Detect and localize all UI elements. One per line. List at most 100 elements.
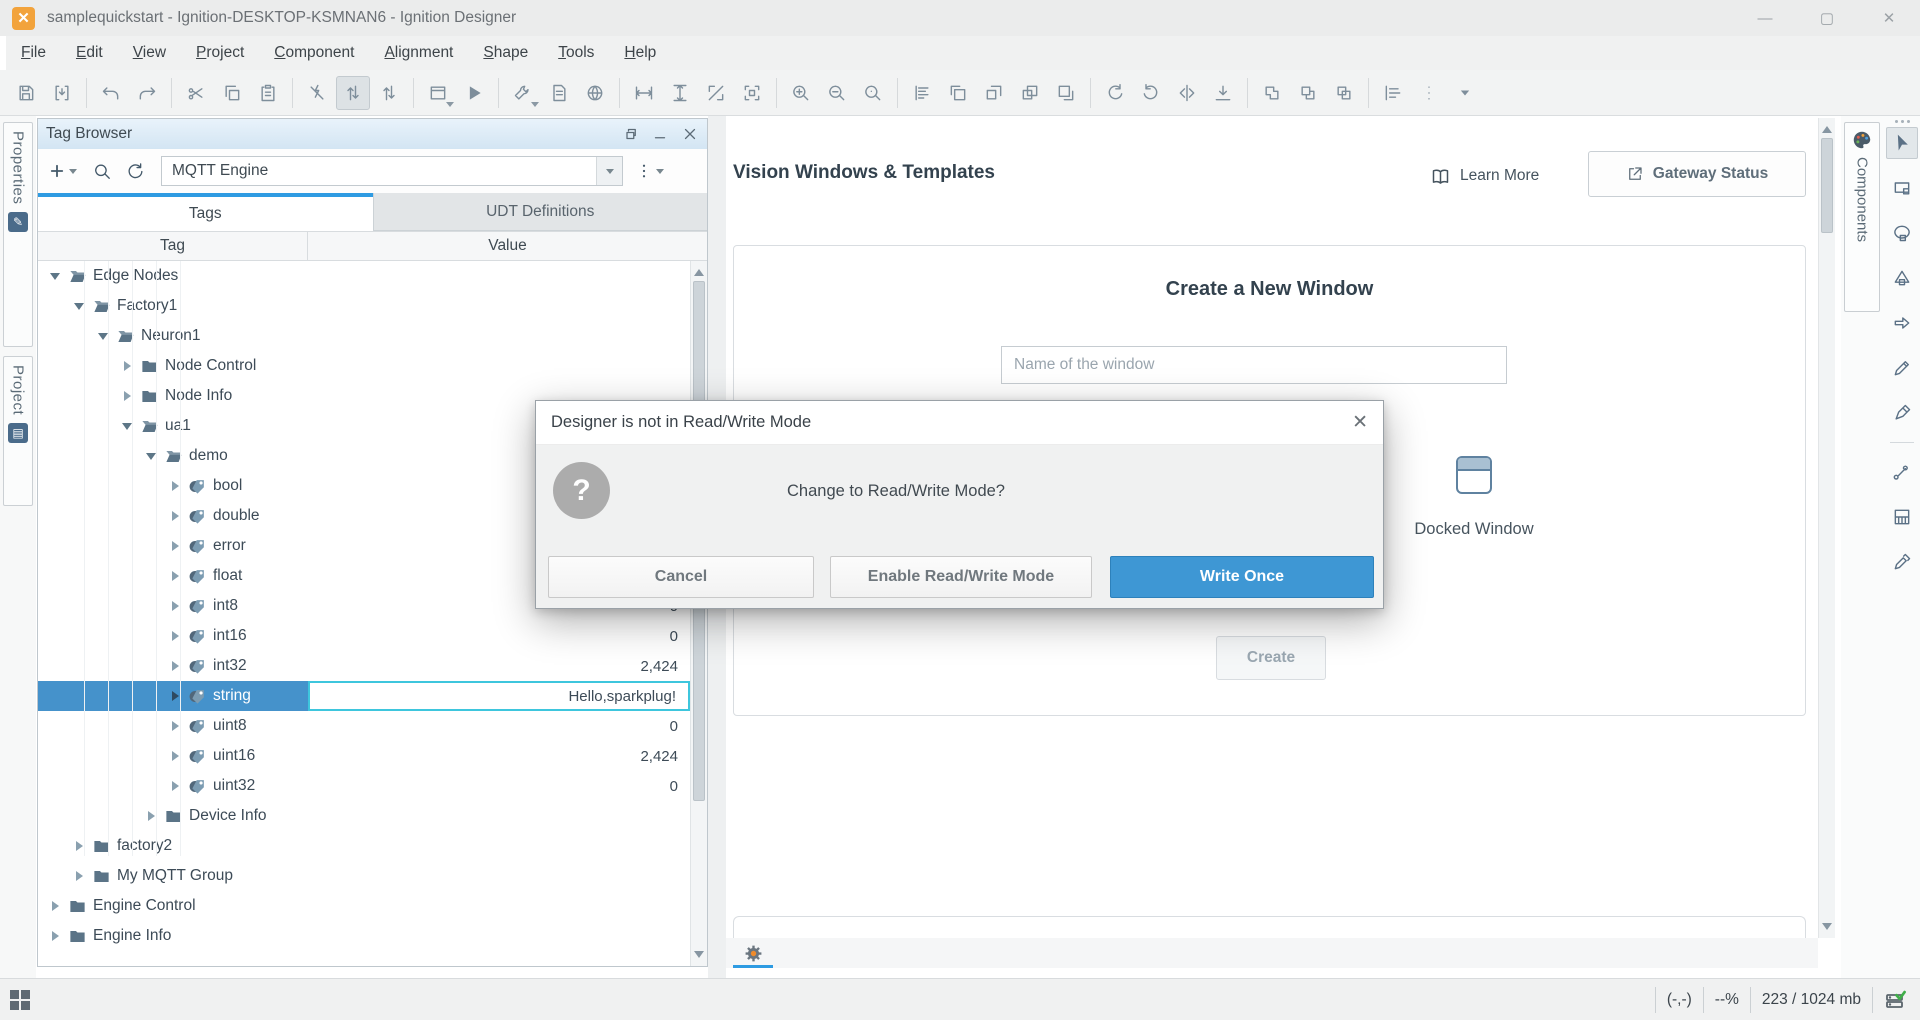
- tag-row-uint16[interactable]: uint162,424: [38, 741, 707, 771]
- minimize-panel-icon[interactable]: [651, 125, 669, 143]
- cursor-tool-icon[interactable]: [1886, 127, 1918, 159]
- wrench-icon[interactable]: [506, 76, 540, 110]
- tag-value[interactable]: [308, 861, 690, 891]
- learn-more-link[interactable]: Learn More: [1430, 158, 1539, 194]
- undo-icon[interactable]: [94, 76, 128, 110]
- menu-alignment[interactable]: Alignment: [369, 36, 468, 70]
- layer-back-icon[interactable]: [1049, 76, 1083, 110]
- tag-row-uint8[interactable]: uint80: [38, 711, 707, 741]
- pencil-tool-icon[interactable]: [1886, 352, 1918, 384]
- expand-icon[interactable]: [170, 541, 180, 551]
- minimize-window-button[interactable]: —: [1734, 0, 1796, 36]
- tag-value[interactable]: [308, 351, 690, 381]
- size-height-icon[interactable]: [663, 76, 697, 110]
- tag-value[interactable]: 2,424: [308, 651, 690, 681]
- cancel-button[interactable]: Cancel: [548, 556, 814, 598]
- sidebar-tab-project[interactable]: Project▤: [3, 356, 33, 506]
- app-grid-icon[interactable]: [10, 990, 30, 1010]
- comm-off-icon[interactable]: [300, 76, 334, 110]
- menu-file[interactable]: File: [6, 36, 61, 70]
- more-options-dropdown-icon[interactable]: [656, 169, 664, 174]
- shape-rect-tool-icon[interactable]: [1886, 172, 1918, 204]
- tag-cell[interactable]: int8: [38, 591, 308, 621]
- zoom-out-icon[interactable]: [820, 76, 854, 110]
- menu-help[interactable]: Help: [609, 36, 671, 70]
- menu-edit[interactable]: Edit: [61, 36, 118, 70]
- collapse-icon[interactable]: [146, 451, 156, 461]
- tag-cell[interactable]: Engine Control: [38, 891, 308, 921]
- distribute-icon[interactable]: [1206, 76, 1240, 110]
- tag-row-engine-info[interactable]: Engine Info: [38, 921, 707, 951]
- more-v-icon[interactable]: [1412, 76, 1446, 110]
- size-both-icon[interactable]: [699, 76, 733, 110]
- scroll-up-icon[interactable]: [1822, 123, 1832, 133]
- tag-value[interactable]: [308, 891, 690, 921]
- tag-value[interactable]: [308, 261, 690, 291]
- tag-cell[interactable]: bool: [38, 471, 308, 501]
- intersect-icon[interactable]: [1327, 76, 1361, 110]
- expand-icon[interactable]: [170, 721, 180, 731]
- tag-value[interactable]: 0: [308, 621, 690, 651]
- globe-icon[interactable]: [578, 76, 612, 110]
- search-tags-button[interactable]: [93, 162, 112, 181]
- tag-row-int16[interactable]: int160: [38, 621, 707, 651]
- tag-cell[interactable]: uint8: [38, 711, 308, 741]
- add-tag-dropdown-icon[interactable]: [69, 169, 77, 174]
- copy-icon[interactable]: [215, 76, 249, 110]
- caret-down-icon[interactable]: [1448, 76, 1482, 110]
- enable-read-write-mode-button[interactable]: Enable Read/Write Mode: [830, 556, 1092, 598]
- union-icon[interactable]: [1255, 76, 1289, 110]
- tag-cell[interactable]: Engine Info: [38, 921, 308, 951]
- rotate-ccw-icon[interactable]: [1134, 76, 1168, 110]
- workspace-window-tab[interactable]: [733, 938, 773, 968]
- expand-icon[interactable]: [122, 361, 132, 371]
- expand-icon[interactable]: [170, 601, 180, 611]
- tag-cell[interactable]: ua1: [38, 411, 308, 441]
- tag-row-device-info[interactable]: Device Info: [38, 801, 707, 831]
- refresh-tags-button[interactable]: [126, 162, 145, 181]
- tab-udt-definitions[interactable]: UDT Definitions: [373, 193, 708, 231]
- create-button[interactable]: Create: [1216, 636, 1326, 680]
- eyedropper-tool-icon[interactable]: [1886, 546, 1918, 578]
- tag-cell[interactable]: Neuron1: [38, 321, 308, 351]
- shape-ellipse-tool-icon[interactable]: [1886, 217, 1918, 249]
- maximize-window-button[interactable]: ▢: [1796, 0, 1858, 36]
- tag-cell[interactable]: Node Info: [38, 381, 308, 411]
- scroll-down-icon[interactable]: [694, 951, 704, 961]
- collapse-icon[interactable]: [122, 421, 132, 431]
- workspace-scrollbar[interactable]: [1818, 118, 1835, 938]
- dialog-close-icon[interactable]: ✕: [1352, 411, 1368, 434]
- column-header-tag[interactable]: Tag: [38, 232, 308, 260]
- tag-row-int32[interactable]: int322,424: [38, 651, 707, 681]
- tag-value[interactable]: [308, 321, 690, 351]
- write-once-button[interactable]: Write Once: [1110, 556, 1374, 598]
- column-header-value[interactable]: Value: [308, 232, 707, 260]
- expand-icon[interactable]: [74, 841, 84, 851]
- expand-icon[interactable]: [170, 661, 180, 671]
- tag-value[interactable]: 0: [308, 771, 690, 801]
- cut-icon[interactable]: [179, 76, 213, 110]
- shape-polygon-tool-icon[interactable]: [1886, 262, 1918, 294]
- tag-value[interactable]: Hello,sparkplug!: [308, 681, 690, 711]
- add-tag-button[interactable]: [48, 162, 66, 180]
- scroll-down-icon[interactable]: [1822, 923, 1832, 933]
- play-icon[interactable]: [457, 76, 491, 110]
- expand-icon[interactable]: [50, 931, 60, 941]
- tag-cell[interactable]: Factory1: [38, 291, 308, 321]
- menu-shape[interactable]: Shape: [468, 36, 543, 70]
- expand-icon[interactable]: [170, 631, 180, 641]
- sidebar-tab-properties[interactable]: Properties✎: [3, 122, 33, 347]
- tag-row-node-control[interactable]: Node Control: [38, 351, 707, 381]
- align-icon[interactable]: [1376, 76, 1410, 110]
- collapse-icon[interactable]: [98, 331, 108, 341]
- tag-tree-scrollbar[interactable]: [690, 261, 707, 966]
- tag-row-engine-control[interactable]: Engine Control: [38, 891, 707, 921]
- tag-value[interactable]: [308, 801, 690, 831]
- expand-icon[interactable]: [122, 391, 132, 401]
- tag-row-factory1[interactable]: Factory1: [38, 291, 707, 321]
- tag-cell[interactable]: int16: [38, 621, 308, 651]
- tag-row-my-mqtt-group[interactable]: My MQTT Group: [38, 861, 707, 891]
- layer-up-icon[interactable]: [977, 76, 1011, 110]
- tag-value[interactable]: [308, 291, 690, 321]
- bars-icon[interactable]: [905, 76, 939, 110]
